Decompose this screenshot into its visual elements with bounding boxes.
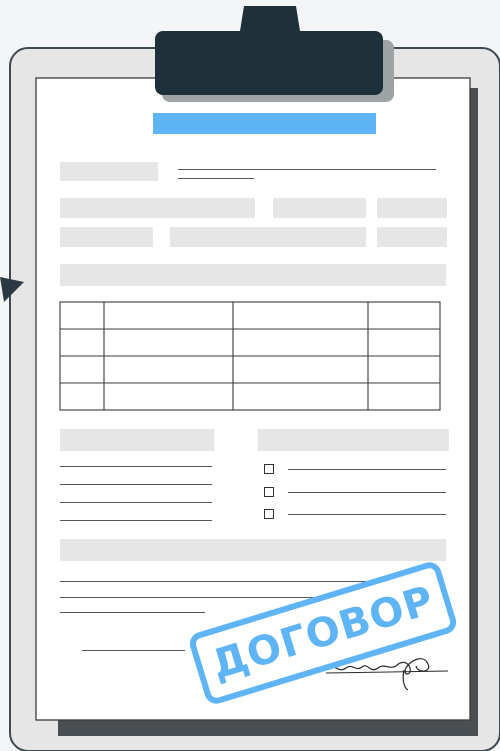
text-line [60, 581, 390, 582]
text-line [60, 612, 205, 613]
list-header-right [258, 429, 449, 451]
checklist-line [288, 514, 446, 515]
checklist-line [288, 469, 446, 470]
section-header-bar [60, 264, 446, 286]
clipboard-clip-icon [155, 31, 383, 95]
checkbox-icon [264, 509, 274, 519]
field-line-1 [178, 169, 436, 170]
placeholder-block [273, 198, 366, 218]
placeholder-block [377, 198, 447, 218]
placeholder-block [377, 227, 447, 247]
clipboard-clip-tab [240, 6, 300, 31]
list-line [60, 466, 212, 467]
checkbox-icon [264, 487, 274, 497]
placeholder-block [60, 227, 153, 247]
list-line [60, 502, 212, 503]
table-grid [59, 301, 441, 411]
checkbox-icon [264, 464, 274, 474]
signature-field-line [82, 650, 185, 651]
field-line-2 [178, 178, 254, 179]
placeholder-block [170, 227, 366, 247]
field-label-1 [60, 162, 158, 181]
title-bar [153, 113, 376, 134]
list-line [60, 520, 212, 521]
text-line [60, 597, 330, 598]
section-header-bar-bottom [60, 539, 446, 561]
checklist-line [288, 492, 446, 493]
placeholder-block [60, 198, 255, 218]
list-header-left [60, 429, 214, 451]
list-line [60, 484, 212, 485]
